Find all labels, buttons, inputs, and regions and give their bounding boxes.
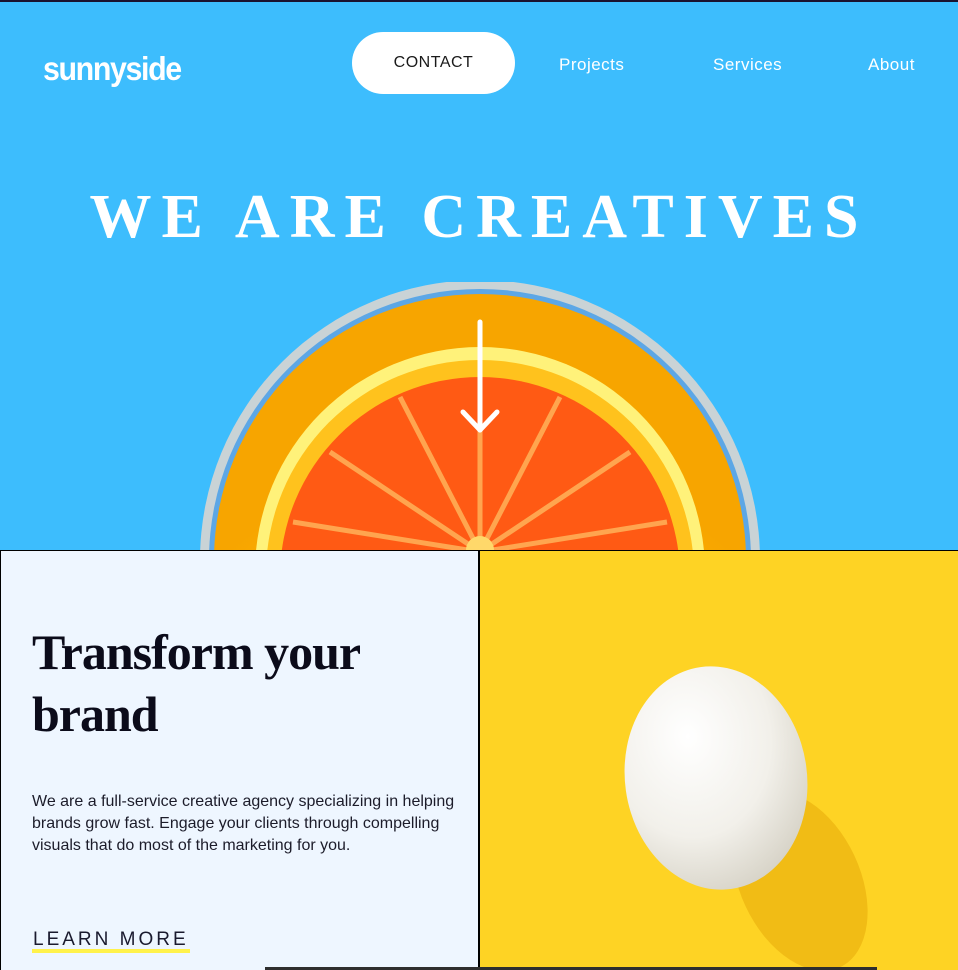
transform-brand-panel: Transform your brand We are a full-servi… bbox=[0, 550, 479, 970]
arrow-down-icon[interactable] bbox=[458, 318, 502, 438]
logo[interactable]: sunnyside bbox=[43, 50, 182, 88]
nav-link-services[interactable]: Services bbox=[713, 55, 782, 75]
section-heading: Transform your brand bbox=[32, 624, 360, 742]
contact-button[interactable]: CONTACT bbox=[352, 32, 515, 94]
section-description: We are a full-service creative agency sp… bbox=[32, 793, 455, 854]
hero-title: WE ARE CREATIVES bbox=[89, 183, 869, 251]
egg-image-panel bbox=[479, 550, 958, 970]
nav-link-projects[interactable]: Projects bbox=[559, 55, 624, 75]
hero-section: sunnyside CONTACT Projects Services Abou… bbox=[0, 2, 958, 550]
learn-more-link[interactable]: LEARN MORE bbox=[32, 929, 190, 953]
egg-image bbox=[624, 666, 868, 970]
nav-link-about[interactable]: About bbox=[868, 55, 915, 75]
